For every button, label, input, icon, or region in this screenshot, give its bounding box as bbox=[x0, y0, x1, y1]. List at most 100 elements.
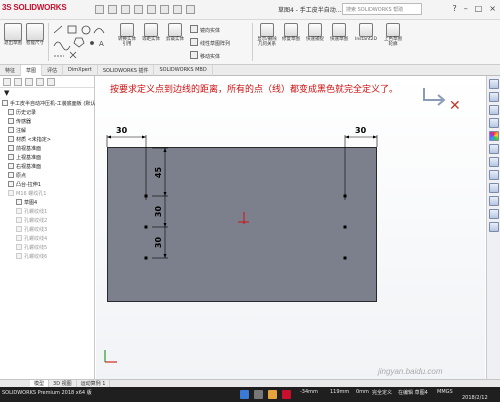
exit-sketch-icon bbox=[4, 23, 22, 41]
dimxpert-tab-icon[interactable] bbox=[36, 78, 44, 86]
tree-item[interactable]: 孔螺纹线1 bbox=[2, 208, 94, 217]
tab-3d-views[interactable]: 3D 视图 bbox=[49, 380, 77, 387]
file-explorer-icon[interactable] bbox=[488, 105, 499, 115]
filter-icon[interactable]: ▼ bbox=[0, 88, 94, 98]
tree-item[interactable]: 孔螺纹线6 bbox=[2, 253, 94, 262]
dimension-value[interactable]: 30 bbox=[355, 126, 366, 135]
tab-model[interactable]: 模型 bbox=[30, 380, 50, 387]
convert-entities-button[interactable]: 转换实体引用 bbox=[116, 23, 138, 48]
point-tool-icon bbox=[90, 41, 94, 45]
tree-item[interactable]: M16 螺纹孔1 bbox=[2, 190, 94, 199]
smart-dimension-button[interactable]: 智能尺寸 bbox=[24, 23, 46, 47]
tab-evaluate[interactable]: 评估 bbox=[42, 65, 64, 76]
app-version-label: SOLIDWORKS Premium 2018 x64 版 bbox=[2, 390, 92, 396]
display-tab-icon[interactable] bbox=[47, 78, 55, 86]
tree-item[interactable]: 孔螺纹线3 bbox=[2, 226, 94, 235]
solidworks-logo[interactable]: 3S SOLIDWORKS bbox=[2, 3, 67, 12]
tab-dimxpert[interactable]: DimXpert bbox=[63, 65, 98, 76]
configuration-tab-icon[interactable] bbox=[25, 78, 33, 86]
minimize-button[interactable]: – bbox=[464, 4, 468, 13]
select-icon[interactable] bbox=[160, 5, 169, 14]
print-icon[interactable] bbox=[134, 5, 143, 14]
rebuild-icon[interactable] bbox=[173, 5, 182, 14]
quick-snaps-icon bbox=[308, 23, 322, 37]
custom-properties-icon[interactable] bbox=[488, 144, 499, 154]
command-manager-ribbon: 退出草图 智能尺寸 A 转换实体引用 等距实体 剪裁实体 镜向实体 线性草图阵列… bbox=[0, 20, 500, 65]
tab-motion-study[interactable]: 运动算例 1 bbox=[77, 380, 111, 387]
plane-icon bbox=[8, 145, 14, 151]
view-back-icon[interactable] bbox=[488, 222, 499, 232]
tab-mbd[interactable]: SOLIDWORKS MBD bbox=[154, 65, 213, 76]
help-search-input[interactable]: 搜索 SOLIDWORKS 帮助 bbox=[342, 3, 422, 15]
offset-entities-button[interactable]: 等距实体 bbox=[140, 23, 162, 43]
exit-sketch-button[interactable]: 退出草图 bbox=[2, 23, 24, 47]
help-button[interactable]: ? bbox=[452, 4, 456, 13]
view-top-icon[interactable] bbox=[488, 183, 499, 193]
tree-item[interactable]: 孔螺纹线5 bbox=[2, 244, 94, 253]
tree-item[interactable]: 传感器 bbox=[2, 118, 94, 127]
open-icon[interactable] bbox=[108, 5, 117, 14]
instant2d-icon bbox=[359, 23, 373, 37]
convert-entities-icon bbox=[120, 23, 134, 37]
shaded-sketch-contours-button[interactable]: 上色草图轮廓 bbox=[382, 23, 404, 48]
offset-entities-icon bbox=[144, 23, 158, 37]
maximize-button[interactable]: □ bbox=[475, 4, 483, 13]
display-delete-relations-button[interactable]: 显示/删除几何关系 bbox=[256, 23, 278, 48]
tree-item[interactable]: 孔螺纹线4 bbox=[2, 235, 94, 244]
feature-tree-tab-icon[interactable] bbox=[3, 78, 11, 86]
linear-sketch-pattern-button[interactable]: 线性草图阵列 bbox=[190, 38, 230, 47]
dimension-value[interactable]: 30 bbox=[154, 237, 163, 248]
instant2d-button[interactable]: Instant2D bbox=[352, 23, 380, 43]
design-library-icon[interactable] bbox=[488, 92, 499, 102]
save-icon[interactable] bbox=[121, 5, 130, 14]
dimension-value[interactable]: 30 bbox=[154, 206, 163, 217]
tree-item[interactable]: 凸台-拉伸1 bbox=[2, 181, 94, 190]
search-icon[interactable] bbox=[254, 390, 263, 399]
trim-entities-button[interactable]: 剪裁实体 bbox=[164, 23, 186, 43]
tab-features[interactable]: 特征 bbox=[0, 65, 22, 76]
tree-item[interactable]: 原点 bbox=[2, 172, 94, 181]
units-selector[interactable]: MMGS bbox=[437, 389, 453, 395]
tree-item[interactable]: 右视基准面 bbox=[2, 163, 94, 172]
tree-item[interactable]: 材质 <未指定> bbox=[2, 136, 94, 145]
view-palette-icon[interactable] bbox=[488, 118, 499, 128]
clock-date: 2018/2/12 bbox=[462, 395, 488, 401]
coordinate-z: 0mm bbox=[356, 389, 369, 395]
tree-item[interactable]: 注解 bbox=[2, 127, 94, 136]
tree-item[interactable]: 孔螺纹线2 bbox=[2, 217, 94, 226]
view-front-icon[interactable] bbox=[488, 170, 499, 180]
options-icon[interactable] bbox=[186, 5, 195, 14]
appearances-icon[interactable] bbox=[488, 131, 499, 141]
coordinate-x: -34mm bbox=[300, 389, 318, 395]
view-iso-icon[interactable] bbox=[488, 209, 499, 219]
tab-sketch[interactable]: 草图 bbox=[21, 65, 43, 76]
quick-snaps-button[interactable]: 快速捕捉 bbox=[304, 23, 326, 43]
dimension-value[interactable]: 30 bbox=[116, 126, 127, 135]
tree-item[interactable]: 前视基准面 bbox=[2, 145, 94, 154]
exit-sketch-close-icon[interactable]: ✕ bbox=[449, 98, 461, 114]
close-window-button[interactable]: × bbox=[489, 4, 496, 13]
view-right-icon[interactable] bbox=[488, 196, 499, 206]
mirror-entities-button[interactable]: 镜向实体 bbox=[190, 25, 220, 34]
repair-sketch-button[interactable]: 修复草图 bbox=[280, 23, 302, 43]
rapid-sketch-button[interactable]: 快速草图 bbox=[328, 23, 350, 43]
undo-icon[interactable] bbox=[147, 5, 156, 14]
move-entities-button[interactable]: 移动实体 bbox=[190, 51, 220, 60]
dimension-value[interactable]: 45 bbox=[154, 167, 163, 178]
property-manager-tab-icon[interactable] bbox=[14, 78, 22, 86]
tree-item[interactable]: 历史记录 bbox=[2, 109, 94, 118]
solidworks-task-icon[interactable] bbox=[282, 390, 291, 399]
resources-icon[interactable] bbox=[488, 79, 499, 89]
forum-icon[interactable] bbox=[488, 157, 499, 167]
new-icon[interactable] bbox=[95, 5, 104, 14]
tree-item[interactable]: 草图4 bbox=[2, 199, 94, 208]
tab-addins[interactable]: SOLIDWORKS 插件 bbox=[98, 65, 155, 76]
spline-tool-icon bbox=[53, 41, 71, 51]
sketch-plate[interactable] bbox=[107, 147, 377, 302]
windows-start-icon[interactable] bbox=[240, 390, 249, 399]
confirmation-corner-icon[interactable] bbox=[420, 84, 448, 110]
tree-item[interactable]: 上视基准面 bbox=[2, 154, 94, 163]
tree-item[interactable]: 手工皮半自动冲压机-工装底面板 (默认< bbox=[2, 100, 100, 109]
browser-icon[interactable] bbox=[268, 390, 277, 399]
repair-sketch-icon bbox=[284, 23, 298, 37]
